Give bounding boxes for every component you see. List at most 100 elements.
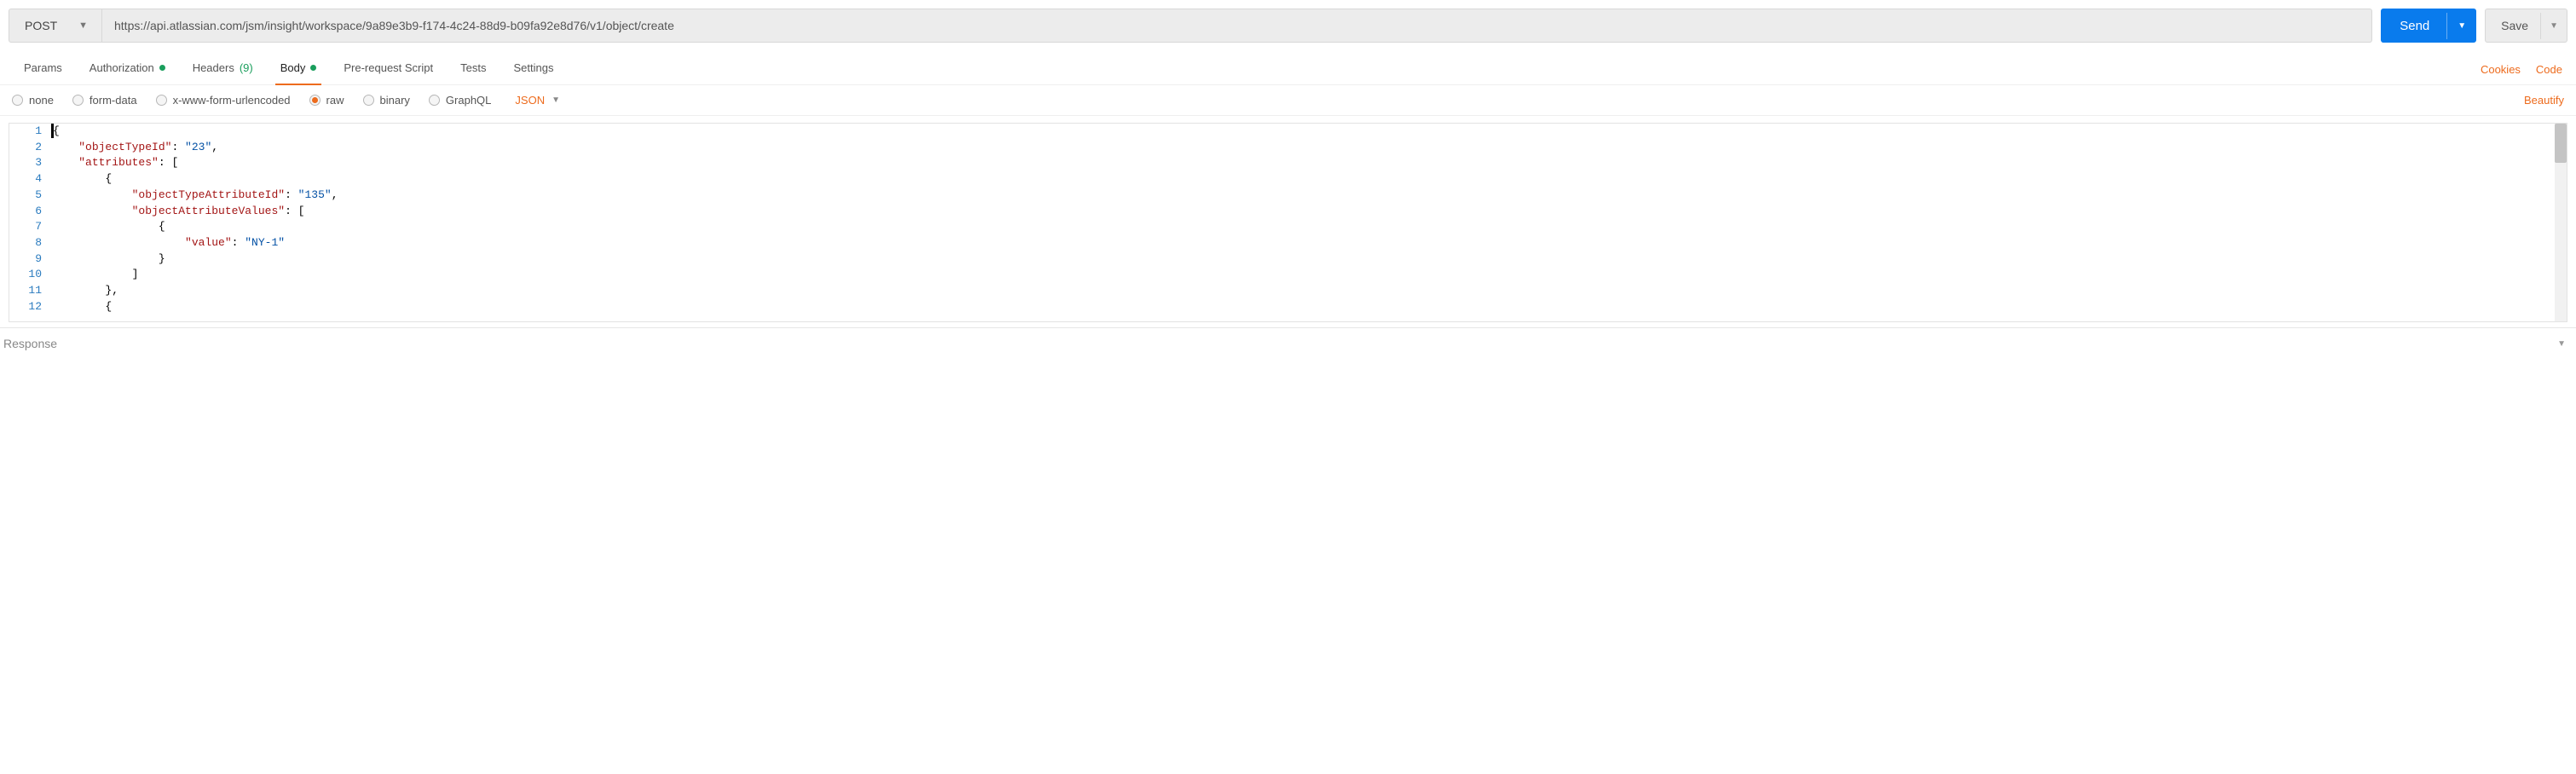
scrollbar-thumb[interactable] (2555, 124, 2567, 163)
json-punctuation: }, (105, 284, 118, 297)
http-method-select[interactable]: POST ▼ (9, 9, 102, 43)
radio-label: binary (380, 94, 410, 107)
tab-params[interactable]: Params (10, 55, 76, 84)
bodytype-none[interactable]: none (12, 94, 54, 107)
request-body-editor[interactable]: 1{2 "objectTypeId": "23",3 "attributes":… (9, 123, 2567, 322)
tab-authorization[interactable]: Authorization (76, 55, 179, 84)
tab-tests[interactable]: Tests (447, 55, 500, 84)
code-content[interactable]: } (52, 251, 2555, 268)
chevron-down-icon[interactable]: ▼ (2446, 13, 2476, 39)
status-dot-icon (310, 65, 316, 71)
raw-language-select[interactable]: JSON ▼ (515, 94, 560, 107)
radio-label: x-www-form-urlencoded (173, 94, 291, 107)
scrollbar-track[interactable] (2555, 124, 2567, 321)
beautify-link[interactable]: Beautify (2524, 94, 2564, 107)
code-content[interactable]: { (52, 219, 2555, 235)
line-number: 12 (9, 299, 52, 315)
tab-body[interactable]: Body (267, 55, 331, 84)
chevron-down-icon[interactable]: ▼ (2540, 13, 2567, 39)
tab-label: Headers (193, 61, 234, 74)
code-content[interactable]: { (52, 299, 2555, 315)
bodytype-form-data[interactable]: form-data (72, 94, 137, 107)
code-line[interactable]: 2 "objectTypeId": "23", (9, 140, 2555, 156)
code-line[interactable]: 4 { (9, 171, 2555, 188)
code-content[interactable]: }, (52, 283, 2555, 299)
json-punctuation: , (211, 141, 218, 153)
code-line[interactable]: 9 } (9, 251, 2555, 268)
json-punctuation: : (285, 188, 298, 201)
code-line[interactable]: 10 ] (9, 267, 2555, 283)
json-punctuation: : [ (159, 156, 178, 169)
json-punctuation: } (159, 252, 165, 265)
chevron-down-icon: ▼ (552, 95, 560, 105)
code-content[interactable]: "objectTypeAttributeId": "135", (52, 188, 2555, 204)
json-key: "objectTypeId" (78, 141, 171, 153)
code-line[interactable]: 6 "objectAttributeValues": [ (9, 204, 2555, 220)
json-punctuation: { (105, 300, 112, 313)
code-content[interactable]: ] (52, 267, 2555, 283)
tab-label: Body (280, 61, 306, 74)
code-content[interactable]: "objectAttributeValues": [ (52, 204, 2555, 220)
radio-icon (363, 95, 374, 106)
bodytype-xwww[interactable]: x-www-form-urlencoded (156, 94, 291, 107)
radio-icon (72, 95, 84, 106)
code-line[interactable]: 11 }, (9, 283, 2555, 299)
save-button[interactable]: Save ▼ (2485, 9, 2567, 43)
tab-prerequest[interactable]: Pre-request Script (330, 55, 447, 84)
line-number: 10 (9, 267, 52, 283)
bodytype-graphql[interactable]: GraphQL (429, 94, 491, 107)
tab-settings[interactable]: Settings (500, 55, 567, 84)
json-string: "NY-1" (245, 236, 285, 249)
cookies-link[interactable]: Cookies (2481, 63, 2521, 76)
code-line[interactable]: 5 "objectTypeAttributeId": "135", (9, 188, 2555, 204)
json-punctuation: ] (132, 268, 139, 280)
radio-label: none (29, 94, 54, 107)
http-method-value: POST (25, 19, 57, 32)
bodytype-raw[interactable]: raw (309, 94, 344, 107)
radio-icon (12, 95, 23, 106)
json-punctuation: , (332, 188, 338, 201)
line-number: 6 (9, 204, 52, 220)
bodytype-binary[interactable]: binary (363, 94, 410, 107)
chevron-down-icon: ▼ (78, 20, 88, 31)
json-punctuation: { (105, 172, 112, 185)
code-line[interactable]: 3 "attributes": [ (9, 155, 2555, 171)
raw-language-label: JSON (515, 94, 545, 107)
headers-count: (9) (240, 61, 253, 74)
radio-label: GraphQL (446, 94, 491, 107)
json-key: "objectAttributeValues" (132, 205, 285, 217)
chevron-down-icon: ▼ (2557, 339, 2566, 349)
code-content[interactable]: "value": "NY-1" (52, 235, 2555, 251)
json-punctuation: : (171, 141, 185, 153)
code-line[interactable]: 8 "value": "NY-1" (9, 235, 2555, 251)
radio-icon (156, 95, 167, 106)
radio-icon (429, 95, 440, 106)
line-number: 7 (9, 219, 52, 235)
send-button-label: Send (2400, 19, 2429, 33)
json-punctuation: { (53, 124, 60, 137)
tab-label: Authorization (90, 61, 154, 74)
tab-headers[interactable]: Headers (9) (179, 55, 267, 84)
tab-label: Tests (460, 61, 486, 74)
send-button[interactable]: Send ▼ (2381, 9, 2476, 43)
json-punctuation: : (232, 236, 245, 249)
code-content[interactable]: "objectTypeId": "23", (52, 140, 2555, 156)
radio-label: form-data (90, 94, 137, 107)
code-content[interactable]: { (52, 171, 2555, 188)
code-line[interactable]: 1{ (9, 124, 2555, 140)
json-punctuation: { (159, 220, 165, 233)
code-content[interactable]: "attributes": [ (52, 155, 2555, 171)
json-string: "135" (298, 188, 332, 201)
code-line[interactable]: 7 { (9, 219, 2555, 235)
response-section-header[interactable]: Response ▼ (0, 327, 2576, 350)
json-key: "objectTypeAttributeId" (132, 188, 285, 201)
line-number: 11 (9, 283, 52, 299)
code-content[interactable]: { (52, 124, 2555, 140)
json-punctuation: : [ (285, 205, 304, 217)
response-label: Response (3, 337, 57, 350)
code-line[interactable]: 12 { (9, 299, 2555, 315)
code-link[interactable]: Code (2536, 63, 2562, 76)
line-number: 5 (9, 188, 52, 204)
save-button-label: Save (2501, 19, 2528, 32)
request-url-input[interactable] (102, 9, 2372, 43)
